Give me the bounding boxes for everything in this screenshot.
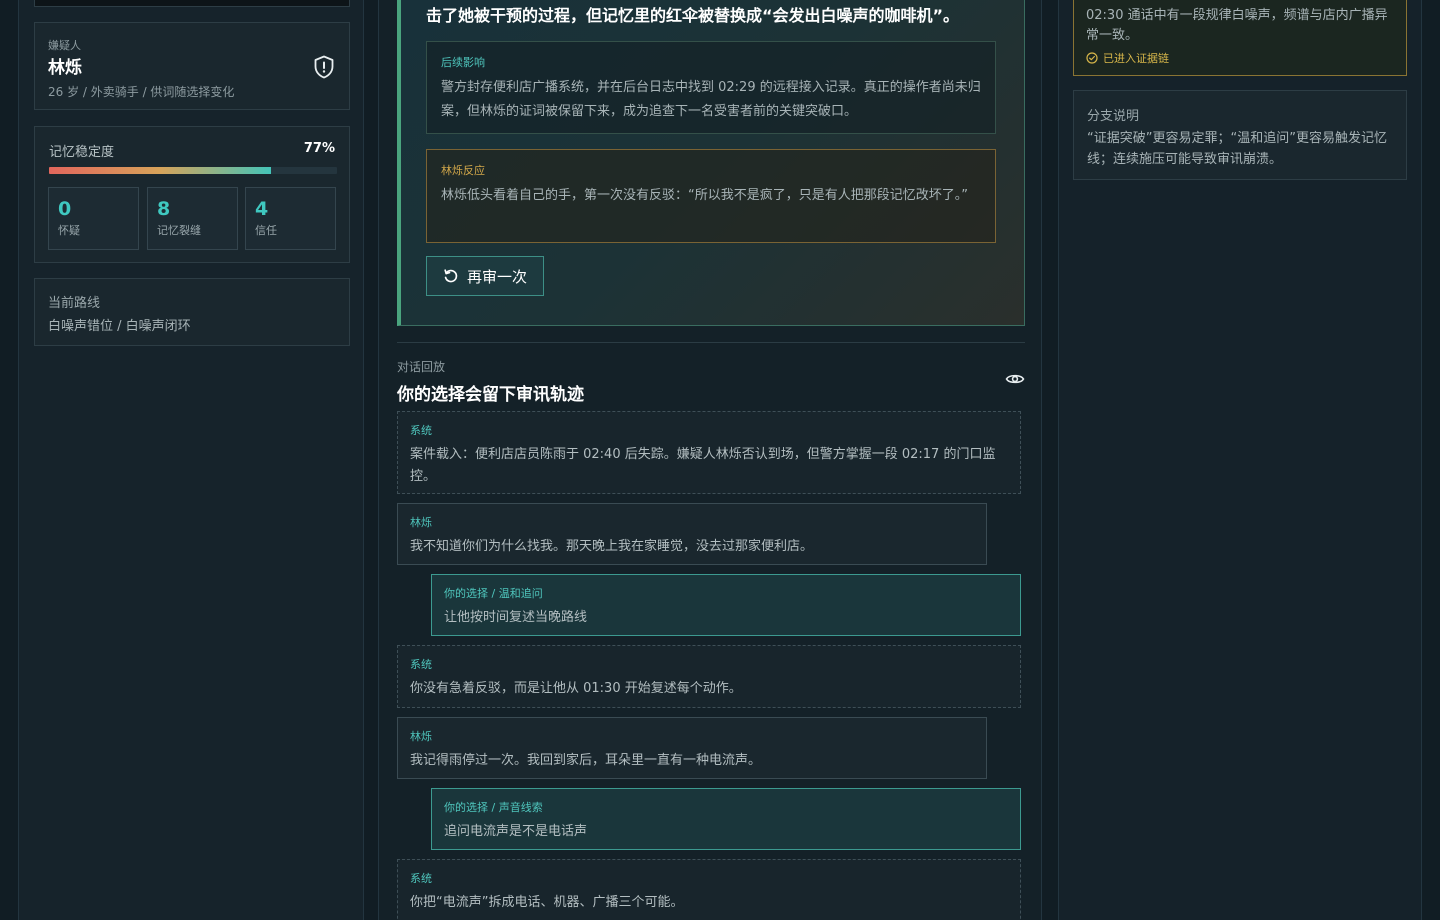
message-speaker: 林烁 xyxy=(410,730,432,743)
replay-message-choice: 你的选择 / 声音线索 追问电流声是不是电话声 xyxy=(431,788,1021,850)
main-panel: 击了她被干预的过程，但记忆里的红伞被替换成“会发出白噪声的咖啡机”。 后续影响 … xyxy=(378,0,1042,920)
stat-label: 记忆裂缝 xyxy=(157,224,201,237)
divider xyxy=(397,342,1025,343)
aftermath-heading: 后续影响 xyxy=(441,56,485,69)
replay-kicker: 对话回放 xyxy=(397,360,446,374)
message-speaker: 系统 xyxy=(410,658,432,671)
message-speaker: 你的选择 / 温和追问 xyxy=(444,587,543,600)
evidence-card: 02:30 通话中有一段规律白噪声，频谱与店内广播异常一致。 已进入证据链 xyxy=(1073,0,1407,76)
route-label: 当前路线 xyxy=(48,296,101,311)
reaction-box: 林烁反应 林烁低头看着自己的手，第一次没有反驳：“所以我不是疯了，只是有人把那段… xyxy=(426,149,996,243)
message-text: 你没有急着反驳，而是让他从 01:30 开始复述每个动作。 xyxy=(410,681,742,696)
reaction-heading: 林烁反应 xyxy=(441,164,485,177)
message-text: 我不知道你们为什么找我。那天晚上我在家睡觉，没去过那家便利店。 xyxy=(410,539,814,554)
suspect-card: 嫌疑人 林烁 26 岁 / 外卖骑手 / 供词随选择变化 xyxy=(34,22,350,110)
memory-percent: 77% xyxy=(303,141,335,156)
refresh-icon xyxy=(444,269,458,283)
retry-label: 再审一次 xyxy=(467,267,528,286)
branch-text: “证据突破”更容易定罪；“温和追问”更容易触发记忆线；连续施压可能导致审讯崩溃。 xyxy=(1087,131,1387,167)
route-value: 白噪声错位 / 白噪声闭环 xyxy=(48,319,191,334)
message-text: 我记得雨停过一次。我回到家后，耳朵里一直有一种电流声。 xyxy=(410,753,762,768)
stat-suspicion: 0 怀疑 xyxy=(48,187,139,250)
evidence-text: 02:30 通话中有一段规律白噪声，频谱与店内广播异常一致。 xyxy=(1086,8,1388,43)
left-panel: 嫌疑人 林烁 26 岁 / 外卖骑手 / 供词随选择变化 记忆稳定度 77% 0… xyxy=(18,0,364,920)
stat-memory-cracks: 8 记忆裂缝 xyxy=(147,187,238,250)
message-text: 案件载入：便利店店员陈雨于 02:40 后失踪。嫌疑人林烁否认到场，但警方掌握一… xyxy=(410,447,996,484)
aftermath-text: 警方封存便利店广播系统，并在后台日志中找到 02:29 的远程接入记录。真正的操… xyxy=(441,80,981,119)
shield-alert-icon xyxy=(314,55,334,79)
check-circle-icon xyxy=(1086,52,1098,64)
stat-value: 8 xyxy=(157,198,171,220)
message-speaker: 你的选择 / 声音线索 xyxy=(444,801,543,814)
route-card: 当前路线 白噪声错位 / 白噪声闭环 xyxy=(34,278,350,346)
reaction-text: 林烁低头看着自己的手，第一次没有反驳：“所以我不是疯了，只是有人把那段记忆改坏了… xyxy=(441,188,968,203)
replay-message-system: 系统 你把“电流声”拆成电话、机器、广播三个可能。 xyxy=(397,859,1021,920)
message-text: 你把“电流声”拆成电话、机器、广播三个可能。 xyxy=(410,895,684,910)
replay-message-system: 系统 案件载入：便利店店员陈雨于 02:40 后失踪。嫌疑人林烁否认到场，但警方… xyxy=(397,411,1021,494)
right-panel: 02:30 通话中有一段规律白噪声，频谱与店内广播异常一致。 已进入证据链 分支… xyxy=(1058,0,1422,920)
evidence-status: 已进入证据链 xyxy=(1086,50,1394,66)
verdict-title: 击了她被干预的过程，但记忆里的红伞被替换成“会发出白噪声的咖啡机”。 xyxy=(426,6,960,25)
memory-stability-bar xyxy=(49,167,337,174)
message-speaker: 系统 xyxy=(410,424,432,437)
aftermath-box: 后续影响 警方封存便利店广播系统，并在后台日志中找到 02:29 的远程接入记录… xyxy=(426,41,996,134)
stat-value: 0 xyxy=(58,198,72,220)
message-speaker: 系统 xyxy=(410,872,432,885)
memory-label: 记忆稳定度 xyxy=(49,145,115,160)
stat-value: 4 xyxy=(255,198,269,220)
stat-trust: 4 信任 xyxy=(245,187,336,250)
message-text: 追问电流声是不是电话声 xyxy=(444,824,588,839)
branch-card: 分支说明 “证据突破”更容易定罪；“温和追问”更容易触发记忆线；连续施压可能导致… xyxy=(1073,90,1407,180)
top-strip xyxy=(34,0,350,7)
replay-message-suspect: 林烁 我不知道你们为什么找我。那天晚上我在家睡觉，没去过那家便利店。 xyxy=(397,503,987,565)
branch-heading: 分支说明 xyxy=(1087,109,1140,124)
evidence-tag: 已进入证据链 xyxy=(1103,52,1169,65)
suspect-name: 林烁 xyxy=(48,58,82,78)
stat-label: 怀疑 xyxy=(58,224,80,237)
eye-icon[interactable] xyxy=(1005,372,1025,386)
suspect-kicker: 嫌疑人 xyxy=(48,39,81,52)
message-text: 让他按时间复述当晚路线 xyxy=(444,610,588,625)
replay-message-suspect: 林烁 我记得雨停过一次。我回到家后，耳朵里一直有一种电流声。 xyxy=(397,717,987,779)
message-speaker: 林烁 xyxy=(410,516,432,529)
retry-button[interactable]: 再审一次 xyxy=(426,256,544,296)
memory-stability-fill xyxy=(49,167,271,174)
replay-message-choice: 你的选择 / 温和追问 让他按时间复述当晚路线 xyxy=(431,574,1021,636)
stat-label: 信任 xyxy=(255,224,277,237)
suspect-meta: 26 岁 / 外卖骑手 / 供词随选择变化 xyxy=(48,85,235,99)
verdict-card: 击了她被干预的过程，但记忆里的红伞被替换成“会发出白噪声的咖啡机”。 后续影响 … xyxy=(397,0,1025,326)
replay-title: 你的选择会留下审讯轨迹 xyxy=(397,385,584,405)
replay-message-system: 系统 你没有急着反驳，而是让他从 01:30 开始复述每个动作。 xyxy=(397,645,1021,708)
memory-card: 记忆稳定度 77% 0 怀疑 8 记忆裂缝 4 信任 xyxy=(34,126,350,263)
